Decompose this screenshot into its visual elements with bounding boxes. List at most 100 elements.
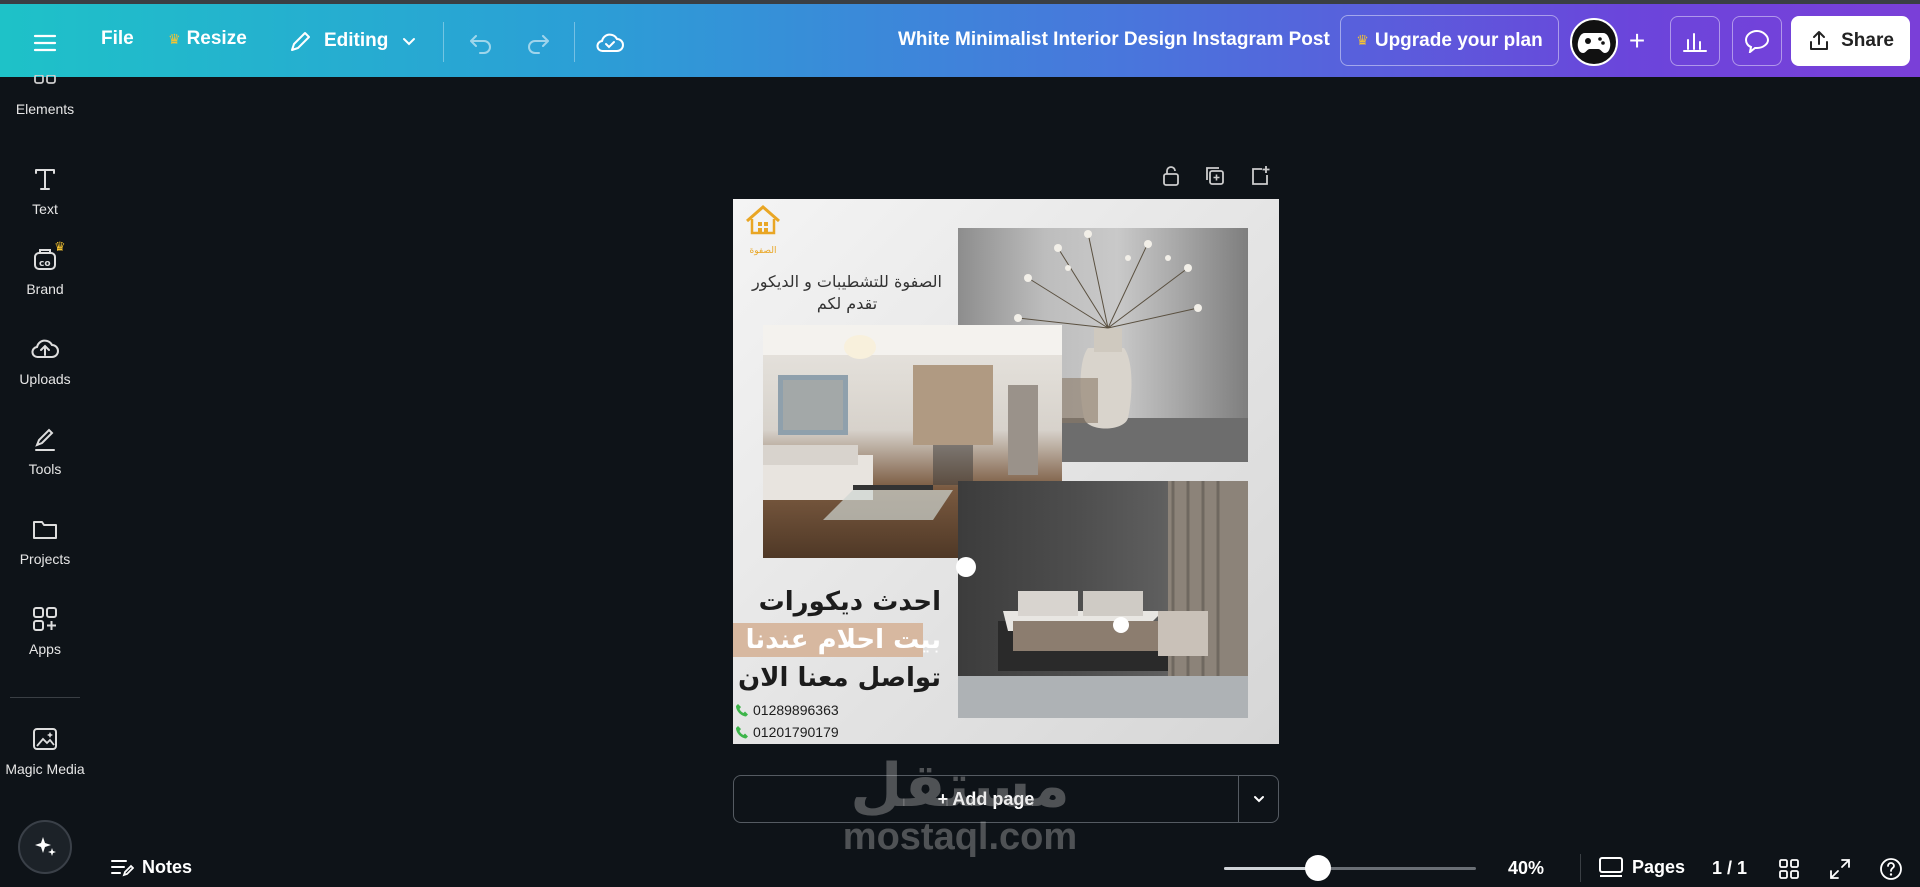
text-icon xyxy=(35,169,55,190)
notes-button[interactable]: Notes xyxy=(110,856,192,878)
sidebar-item-label: Magic Media xyxy=(5,761,85,777)
sidebar-divider xyxy=(10,697,80,698)
left-sidebar: Elements Text ♛ co Brand Uploads Tools P… xyxy=(0,75,90,887)
resize-button[interactable]: ♛ Resize xyxy=(168,28,247,50)
phone-number: 01201790179 xyxy=(753,724,839,740)
phone-icon xyxy=(736,704,748,717)
chevron-down-icon xyxy=(1253,796,1264,803)
sidebar-item-elements[interactable]: Elements xyxy=(0,75,90,117)
zoom-label: 40% xyxy=(1508,858,1545,878)
sidebar-item-text[interactable]: Text xyxy=(0,165,90,217)
sparkle-icon xyxy=(35,837,56,856)
share-label: Share xyxy=(1841,30,1894,51)
fullscreen-icon[interactable] xyxy=(1827,856,1853,882)
company-logo: الصفوة xyxy=(743,203,783,256)
notes-icon xyxy=(111,860,134,877)
grid-view-icon[interactable] xyxy=(1776,856,1802,882)
magic-assistant-button[interactable] xyxy=(18,820,72,874)
avatar[interactable] xyxy=(1570,18,1618,66)
toolbar-divider xyxy=(574,22,575,62)
undo-icon[interactable] xyxy=(464,26,498,60)
headline-line-3: تواصل معنا الان xyxy=(737,663,941,693)
page-count: 1 / 1 xyxy=(1712,858,1748,878)
comments-button[interactable] xyxy=(1732,16,1782,66)
house-logo-icon xyxy=(746,205,780,235)
share-icon xyxy=(1810,31,1829,50)
watermark-latin: mostaql.com xyxy=(842,816,1078,858)
editing-mode-button[interactable]: Editing xyxy=(288,28,418,54)
zoom-slider-handle[interactable] xyxy=(1305,855,1331,881)
sidebar-item-magic-media[interactable]: Magic Media xyxy=(0,725,90,777)
lock-icon[interactable] xyxy=(1158,163,1184,189)
crown-icon: ♛ xyxy=(1356,32,1369,48)
file-menu[interactable]: File xyxy=(101,28,134,50)
crown-icon: ♛ xyxy=(168,30,181,47)
bar-chart-icon xyxy=(1683,33,1707,52)
crown-icon: ♛ xyxy=(54,239,66,254)
sidebar-item-label: Brand xyxy=(26,281,64,297)
add-collaborator-icon[interactable]: + xyxy=(1620,24,1654,58)
phone-icon xyxy=(736,726,748,739)
bedroom-photo[interactable] xyxy=(958,481,1248,718)
chevron-down-icon xyxy=(403,38,416,46)
sidebar-item-label: Elements xyxy=(15,101,75,117)
document-title[interactable]: White Minimalist Interior Design Instagr… xyxy=(898,29,1330,51)
sidebar-item-label: Apps xyxy=(29,641,61,657)
pages-icon xyxy=(1599,857,1623,877)
comment-icon xyxy=(1744,29,1770,53)
design-canvas[interactable]: الصفوة الصفوة للتشطيبات و الديكور تقدم ل… xyxy=(733,199,1279,744)
tools-pen-icon xyxy=(35,428,55,451)
sidebar-item-label: Tools xyxy=(28,461,62,477)
help-icon[interactable] xyxy=(1878,856,1904,882)
cloud-saved-icon[interactable] xyxy=(593,26,627,60)
pages-button[interactable]: Pages xyxy=(1598,856,1685,878)
file-label: File xyxy=(101,28,134,49)
intro-line-1: الصفوة للتشطيبات و الديكور xyxy=(752,272,942,291)
zoom-level[interactable]: 40% xyxy=(1508,858,1544,879)
watermark-arabic: مستقل xyxy=(850,751,1070,821)
decorative-dot xyxy=(1113,617,1129,633)
sidebar-item-label: Text xyxy=(32,201,58,217)
magic-media-icon xyxy=(33,728,57,750)
add-page-icon[interactable] xyxy=(1247,163,1273,189)
apps-grid-icon xyxy=(33,607,57,631)
upgrade-plan-button[interactable]: ♛ Upgrade your plan xyxy=(1340,15,1559,66)
add-page-dropdown[interactable] xyxy=(1238,775,1279,823)
intro-line-2: تقدم لكم xyxy=(816,294,878,313)
resize-label: Resize xyxy=(186,28,247,49)
top-toolbar: File ♛ Resize Editing White Minimalist I… xyxy=(0,4,1920,77)
svg-text:co: co xyxy=(39,259,51,269)
menu-icon[interactable] xyxy=(28,26,62,60)
editing-label: Editing xyxy=(324,30,389,51)
phone-list: 01289896363 01201790179 xyxy=(735,699,839,743)
pencil-icon xyxy=(291,32,310,51)
upgrade-label: Upgrade your plan xyxy=(1374,29,1543,51)
sidebar-item-label: Projects xyxy=(19,551,71,567)
sidebar-item-brand[interactable]: ♛ co Brand xyxy=(0,239,90,297)
page-counter: 1 / 1 xyxy=(1712,858,1747,879)
decorative-dot xyxy=(956,557,976,577)
sidebar-item-projects[interactable]: Projects xyxy=(0,515,90,567)
notes-label: Notes xyxy=(142,856,193,877)
headline-text: احدث ديكورات بيت احلام عندنا تواصل معنا … xyxy=(733,583,941,697)
headline-line-1: احدث ديكورات xyxy=(758,587,941,617)
logo-text: الصفوة xyxy=(749,246,777,256)
elements-icon xyxy=(34,75,56,84)
bottombar-divider xyxy=(1580,854,1581,882)
document-title-text: White Minimalist Interior Design Instagr… xyxy=(898,29,1330,50)
bedroom-illustration xyxy=(958,481,1248,718)
sidebar-item-tools[interactable]: Tools xyxy=(0,425,90,477)
insights-button[interactable] xyxy=(1670,16,1720,66)
folder-icon xyxy=(33,521,57,539)
intro-text: الصفوة للتشطيبات و الديكور تقدم لكم xyxy=(737,271,957,315)
duplicate-page-icon[interactable] xyxy=(1202,163,1228,189)
headline-line-2: بيت احلام عندنا xyxy=(745,625,941,655)
sidebar-item-apps[interactable]: Apps xyxy=(0,605,90,657)
cloud-upload-icon xyxy=(31,339,59,358)
phone-row: 01201790179 xyxy=(735,721,839,743)
redo-icon[interactable] xyxy=(521,26,555,60)
gamepad-icon xyxy=(1577,33,1611,53)
share-button[interactable]: Share xyxy=(1791,16,1910,66)
pages-label: Pages xyxy=(1632,856,1686,877)
sidebar-item-uploads[interactable]: Uploads xyxy=(0,335,90,387)
